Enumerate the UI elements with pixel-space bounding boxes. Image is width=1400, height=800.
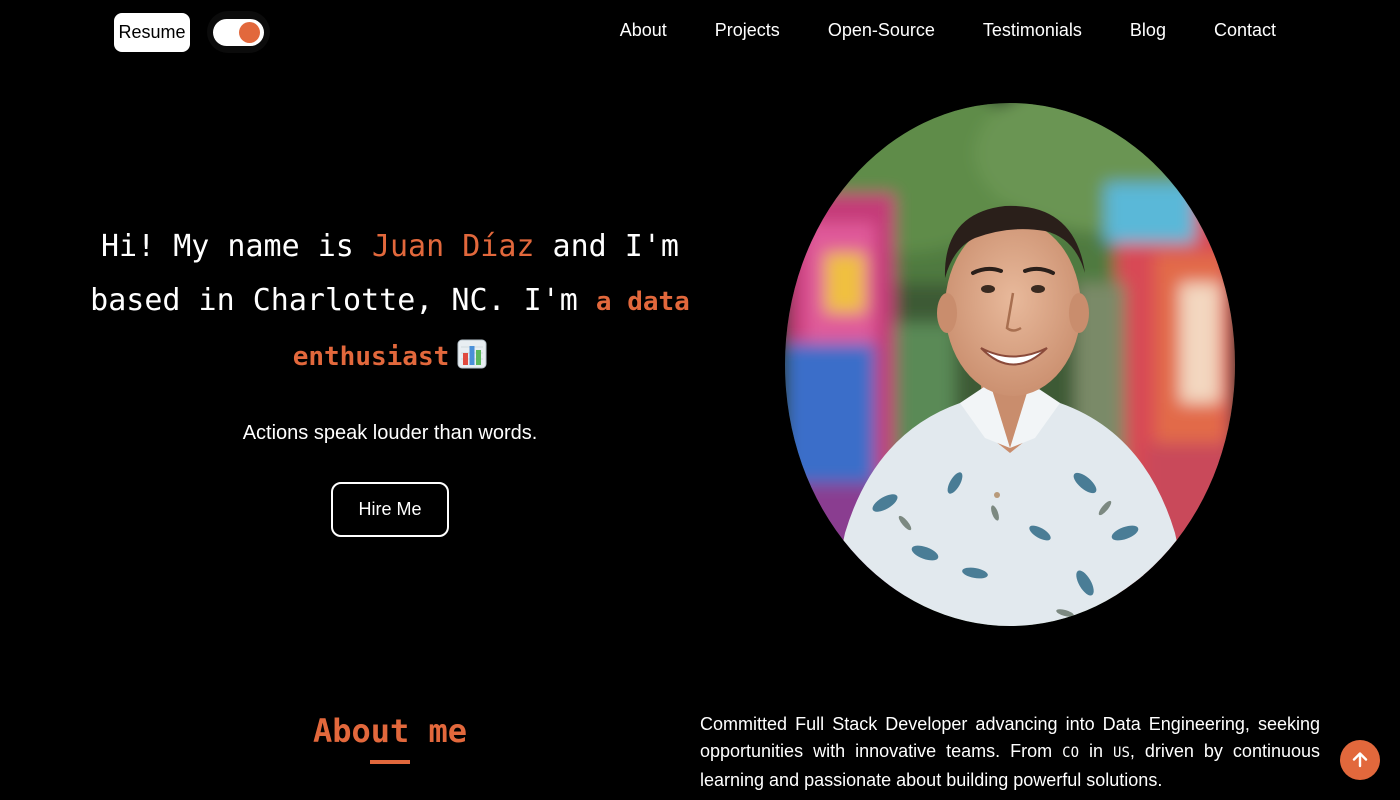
about-underline — [370, 760, 410, 764]
site-header: Resume About Projects Open-Source Testim… — [0, 0, 1400, 64]
nav-contact[interactable]: Contact — [1214, 20, 1276, 41]
hero-intro-start: Hi! My name is — [101, 229, 372, 264]
about-description: Committed Full Stack Developer advancing… — [700, 711, 1320, 794]
flag-usa-icon: US — [1113, 745, 1130, 761]
arrow-up-icon — [1352, 752, 1368, 768]
hero-tagline: Actions speak louder than words. — [242, 422, 538, 444]
hero-heading: Hi! My name is Juan Díaz and I'm based i… — [60, 220, 720, 384]
about-desc-part-2: in — [1079, 741, 1114, 761]
flag-colombia-icon: CO — [1062, 745, 1080, 761]
nav-projects[interactable]: Projects — [715, 20, 780, 41]
nav-about[interactable]: About — [620, 20, 667, 41]
profile-photo-illustration — [785, 103, 1235, 626]
scroll-to-top-button[interactable] — [1340, 740, 1380, 780]
nav-testimonials[interactable]: Testimonials — [983, 20, 1082, 41]
nav-blog[interactable]: Blog — [1130, 20, 1166, 41]
hire-me-button[interactable]: Hire Me — [331, 482, 449, 537]
resume-button[interactable]: Resume — [114, 13, 190, 52]
about-title: About me — [312, 712, 468, 750]
main-nav: About Projects Open-Source Testimonials … — [620, 20, 1276, 41]
bar-chart-emoji-icon — [457, 339, 487, 369]
nav-open-source[interactable]: Open-Source — [828, 20, 935, 41]
toggle-knob — [239, 21, 260, 43]
hero-name: Juan Díaz — [371, 229, 535, 264]
profile-photo — [785, 103, 1235, 626]
theme-toggle[interactable] — [207, 11, 270, 53]
toggle-track — [213, 18, 264, 46]
